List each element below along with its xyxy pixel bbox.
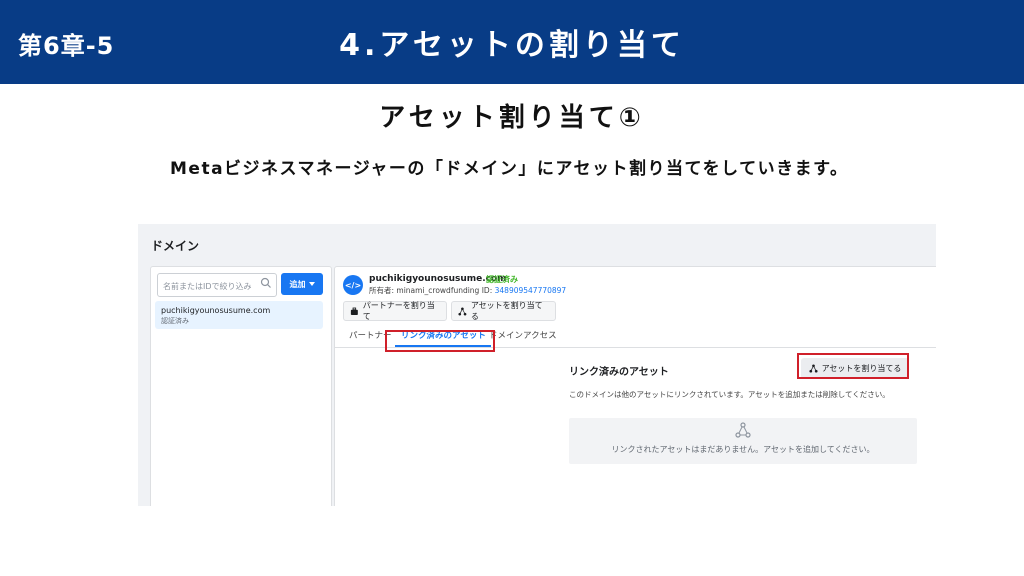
owner-line: 所有者: minami_crowdfunding ID: 34890954777…: [369, 285, 566, 296]
slide-header: 第6章-5 4.アセットの割り当て: [0, 0, 1024, 84]
slide-title: 4.アセットの割り当て: [339, 28, 685, 63]
network-icon: [735, 422, 751, 438]
assign-partner-label: パートナーを割り当て: [362, 301, 435, 321]
list-item-name: puchikigyounosusume.com: [161, 306, 271, 315]
section-title: リンク済みのアセット: [569, 367, 669, 378]
owner-id[interactable]: 348909547770897: [495, 286, 567, 295]
briefcase-icon: [350, 307, 358, 315]
add-button[interactable]: 追加: [281, 273, 323, 295]
verified-badge: 認証済み: [486, 275, 518, 284]
network-icon: [458, 307, 467, 315]
list-item-domain[interactable]: puchikigyounosusume.com 認証済み: [155, 301, 323, 329]
assign-asset-label: アセットを割り当てる: [470, 301, 543, 321]
slide-description: Metaビジネスマネージャーの「ドメイン」にアセット割り当てをしていきます。: [170, 159, 849, 179]
list-item-status: 認証済み: [161, 317, 189, 325]
owner-label: 所有者: minami_crowdfunding: [369, 286, 480, 295]
empty-state-text: リンクされたアセットはまだありません。アセットを追加してください。: [611, 445, 875, 454]
tab-domain-access[interactable]: ドメインアクセス: [489, 329, 557, 341]
add-button-label: 追加: [289, 279, 306, 289]
chevron-down-icon: [308, 282, 315, 286]
assign-asset-button[interactable]: アセットを割り当てる: [451, 301, 556, 321]
highlight-box-assign: [797, 353, 909, 379]
id-label: ID:: [481, 286, 493, 295]
domain-screenshot: ドメイン 追加 puchikigyounosusume.com 認証済み </>…: [138, 224, 936, 506]
code-icon: </>: [343, 275, 363, 295]
search-input[interactable]: [158, 276, 259, 297]
section-description: このドメインは他のアセットにリンクされています。アセットを追加または削除してくだ…: [569, 390, 890, 399]
empty-state: リンクされたアセットはまだありません。アセットを追加してください。: [569, 418, 917, 464]
search-icon[interactable]: [260, 277, 272, 289]
domain-list-panel: 追加 puchikigyounosusume.com 認証済み: [150, 266, 332, 506]
domain-detail-panel: </> puchikigyounosusume.com 認証済み 所有者: mi…: [334, 266, 936, 506]
search-box[interactable]: [157, 273, 277, 297]
page-title: ドメイン: [151, 239, 200, 253]
assign-partner-button[interactable]: パートナーを割り当て: [343, 301, 447, 321]
highlight-box-tab: [385, 330, 495, 352]
slide-subtitle: アセット割り当て①: [379, 103, 645, 133]
